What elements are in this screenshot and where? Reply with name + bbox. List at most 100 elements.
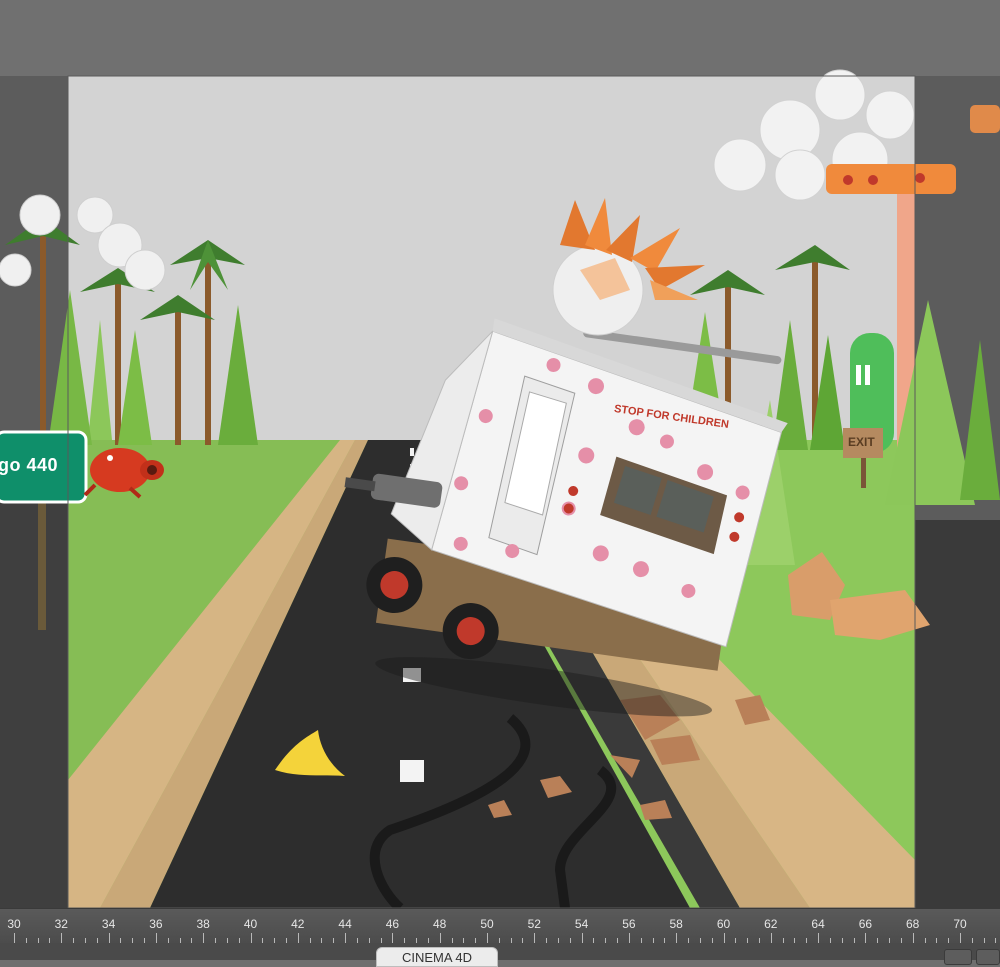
render-tab[interactable]: CINEMA 4D <box>376 947 498 967</box>
frame-tick-label: 44 <box>338 917 352 931</box>
frame-tick <box>333 938 335 943</box>
frame-tick <box>995 938 997 943</box>
frame-tick <box>581 933 583 943</box>
road-sign-text: go 440 <box>0 455 59 475</box>
frame-tick <box>439 933 441 943</box>
frame-tick <box>605 938 607 943</box>
frame-tick-label: 46 <box>385 917 400 931</box>
frame-tick <box>593 938 595 943</box>
frame-tick <box>238 938 240 943</box>
frame-tick <box>96 938 98 943</box>
frame-tick <box>770 933 772 943</box>
frame-tick <box>569 938 571 943</box>
frame-tick <box>321 938 323 943</box>
frame-tick <box>557 938 559 943</box>
frame-tick <box>676 933 678 943</box>
frame-tick <box>841 938 843 943</box>
frame-tick <box>37 938 39 943</box>
frame-tick <box>628 933 630 943</box>
frame-tick <box>155 933 157 943</box>
frame-tick <box>14 933 15 943</box>
frame-tick-label: 64 <box>811 917 825 931</box>
frame-tick <box>487 933 488 943</box>
frame-tick-label: 58 <box>669 917 683 931</box>
frame-tick <box>380 938 382 943</box>
frame-tick <box>936 938 938 943</box>
frame-tick <box>297 933 299 943</box>
frame-tick-label: 40 <box>243 917 258 931</box>
frame-tick <box>84 938 86 943</box>
frame-tick <box>546 938 548 943</box>
frame-tick <box>534 933 536 943</box>
frame-tick <box>132 938 134 943</box>
frame-tick <box>368 938 370 943</box>
frame-tick-label: 66 <box>858 917 873 931</box>
frame-tick <box>144 938 146 943</box>
frame-tick <box>912 933 914 943</box>
frame-tick <box>262 938 264 943</box>
frame-tick <box>818 933 820 943</box>
frame-tick-label: 50 <box>480 917 494 931</box>
frame-tick <box>49 938 51 943</box>
frame-tick <box>226 938 228 943</box>
frame-tick <box>179 938 181 943</box>
frame-tick-label: 62 <box>764 917 778 931</box>
frame-tick <box>948 938 950 943</box>
frame-tick <box>924 938 926 943</box>
frame-tick <box>427 938 429 943</box>
frame-tick <box>61 933 63 943</box>
frame-tick <box>25 938 27 943</box>
frame-tick <box>345 933 347 943</box>
frame-tick-label: 30 <box>7 917 21 931</box>
frame-tick <box>865 933 867 943</box>
frame-tick-label: 34 <box>101 917 116 931</box>
frame-tick <box>688 938 690 943</box>
frame-tick <box>451 938 453 943</box>
frame-tick-label: 48 <box>433 917 447 931</box>
frame-tick-label: 54 <box>574 917 589 931</box>
frame-tick <box>889 938 891 943</box>
frame-tick <box>120 938 122 943</box>
timeline[interactable]: 30 32 34 36 38 40 42 44 46 48 50 52 54 56 58 60 62 64 66 68… <box>0 908 1000 967</box>
frame-tick <box>73 938 75 943</box>
frame-tick <box>723 933 725 943</box>
frame-tick <box>652 938 654 943</box>
frame-tick-label: 52 <box>527 917 541 931</box>
frame-tick <box>392 933 394 943</box>
frame-tick <box>463 938 465 943</box>
frame-tick <box>522 938 524 943</box>
frame-tick <box>877 938 879 943</box>
frame-tick <box>167 938 169 943</box>
frame-tick <box>829 938 831 943</box>
frame-tick <box>416 938 418 943</box>
frame-tick <box>510 938 512 943</box>
frame-tick <box>285 938 287 943</box>
frame-tick <box>475 938 477 943</box>
frame-tick <box>404 938 406 943</box>
frame-tick <box>664 938 666 943</box>
timeline-button[interactable] <box>944 949 972 965</box>
frame-tick <box>498 938 500 943</box>
frame-tick <box>203 933 205 943</box>
frame-tick-label: 42 <box>291 917 305 931</box>
frame-tick-label: 68 <box>906 917 920 931</box>
frame-tick <box>758 938 760 943</box>
frame-tick-label: 60 <box>716 917 731 931</box>
frame-tick-label: 70 <box>953 917 967 931</box>
render-scene <box>0 0 1000 908</box>
render-viewport[interactable]: go 440 STOP FOR CHILDREN EXIT <box>0 0 1000 908</box>
frame-tick <box>640 938 642 943</box>
frame-tick <box>356 938 358 943</box>
frame-tick <box>250 933 252 943</box>
frame-tick <box>274 938 276 943</box>
frame-ruler[interactable]: 30 32 34 36 38 40 42 44 46 48 50 52 54 56 58 60 62 64 66 68… <box>0 909 1000 943</box>
frame-tick <box>960 933 961 943</box>
frame-tick-label: 36 <box>149 917 163 931</box>
frame-tick <box>108 933 110 943</box>
frame-tick <box>747 938 749 943</box>
frame-tick <box>215 938 217 943</box>
frame-tick <box>735 938 737 943</box>
timeline-button[interactable] <box>976 949 1000 965</box>
frame-tick <box>711 938 713 943</box>
frame-tick <box>806 938 808 943</box>
